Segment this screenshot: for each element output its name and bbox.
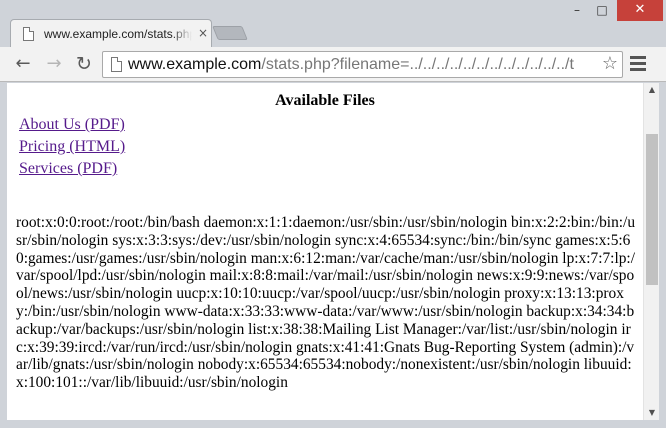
file-link-about-us[interactable]: About Us (PDF) — [19, 114, 125, 136]
browser-tab[interactable]: www.example.com/stats.php?filename=../..… — [10, 19, 212, 47]
page-icon — [111, 57, 122, 72]
tab-title: www.example.com/stats.php?filename=../..… — [44, 27, 192, 41]
menu-bar-line — [630, 62, 646, 65]
file-list: About Us (PDF) Pricing (HTML) Services (… — [19, 114, 125, 180]
address-bar[interactable]: www.example.com/stats.php?filename=../..… — [102, 51, 623, 78]
forward-arrow-icon[interactable]: → — [41, 51, 67, 77]
page-icon — [23, 27, 34, 41]
file-contents-output: root:x:0:0:root:/root:/bin/bash daemon:x… — [16, 214, 636, 392]
scroll-up-arrow-icon[interactable]: ▲ — [644, 83, 660, 97]
window-frame-right — [659, 83, 666, 428]
tab-close-icon[interactable]: × — [197, 26, 209, 40]
window-titlebar: www.example.com/stats.php?filename=../..… — [0, 0, 666, 47]
window-frame-left — [0, 83, 7, 428]
page-heading: Available Files — [275, 92, 375, 109]
minimize-button[interactable]: – — [566, 0, 588, 21]
hamburger-menu-icon[interactable] — [630, 56, 646, 72]
reload-icon[interactable]: ↻ — [71, 51, 97, 77]
new-tab-button[interactable] — [212, 26, 248, 40]
page-viewport: Available Files About Us (PDF) Pricing (… — [7, 83, 643, 420]
url-path: /stats.php?filename=../../../../../../..… — [261, 56, 574, 73]
close-window-button[interactable]: ✕ — [617, 0, 663, 21]
bookmark-star-icon[interactable]: ☆ — [600, 53, 620, 75]
menu-bar-line — [630, 56, 646, 59]
file-link-pricing[interactable]: Pricing (HTML) — [19, 136, 125, 158]
file-link-services[interactable]: Services (PDF) — [19, 158, 125, 180]
vertical-scrollbar[interactable]: ▲ ▼ — [643, 83, 659, 420]
maximize-button[interactable]: □ — [590, 0, 614, 21]
url-host: www.example.com — [128, 56, 262, 73]
browser-toolbar: ← → ↻ www.example.com/stats.php?filename… — [0, 47, 666, 82]
scroll-down-arrow-icon[interactable]: ▼ — [644, 406, 660, 420]
window-frame-bottom — [0, 420, 666, 428]
url-text[interactable]: www.example.com/stats.php?filename=../..… — [128, 55, 598, 75]
scrollbar-thumb[interactable] — [646, 134, 658, 285]
back-arrow-icon[interactable]: ← — [10, 51, 36, 77]
menu-bar-line — [630, 68, 646, 71]
